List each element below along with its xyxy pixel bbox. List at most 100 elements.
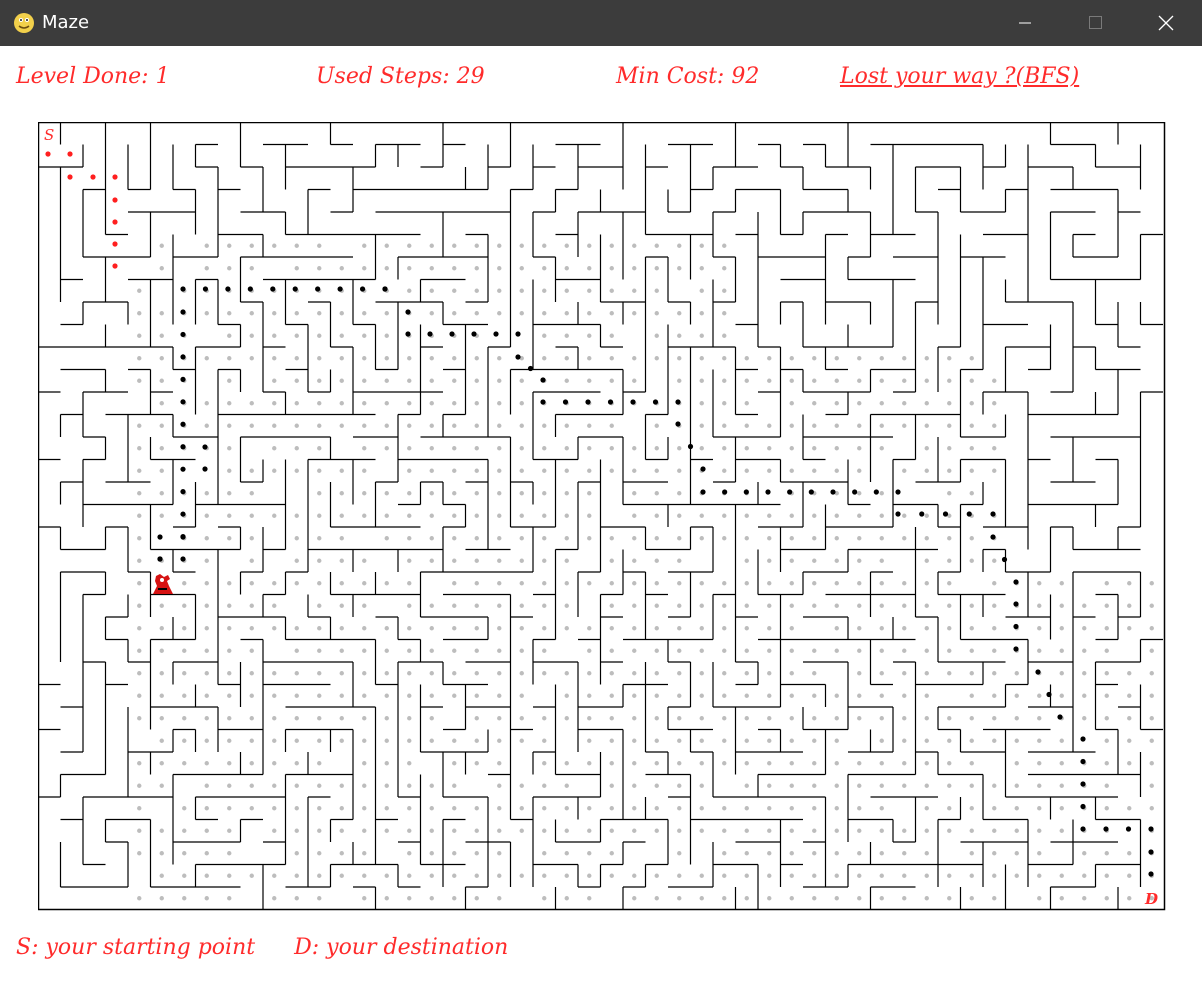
explored-dot xyxy=(384,491,389,496)
explored-dot xyxy=(812,536,817,541)
explored-dot xyxy=(857,491,862,496)
explored-dot xyxy=(272,446,277,451)
explored-dot xyxy=(857,513,862,518)
explored-dot xyxy=(1104,783,1109,788)
bfs-path-dot xyxy=(607,399,614,405)
explored-dot xyxy=(902,513,907,518)
minimize-button[interactable] xyxy=(990,0,1060,46)
explored-dot xyxy=(699,716,704,721)
explored-dot xyxy=(249,761,254,766)
explored-dot xyxy=(159,738,164,743)
explored-dot xyxy=(767,851,772,856)
explored-dot xyxy=(609,626,614,631)
explored-dot xyxy=(384,536,389,541)
explored-dot xyxy=(587,581,592,586)
explored-dot xyxy=(519,311,524,316)
explored-dot xyxy=(969,783,974,788)
explored-dot xyxy=(1059,693,1064,698)
explored-dot xyxy=(137,806,142,811)
maximize-button[interactable] xyxy=(1060,0,1130,46)
explored-dot xyxy=(879,401,884,406)
explored-dot xyxy=(362,491,367,496)
explored-dot xyxy=(452,468,457,473)
explored-dot xyxy=(1127,851,1132,856)
explored-dot xyxy=(339,536,344,541)
maximize-icon xyxy=(1089,16,1102,29)
explored-dot xyxy=(654,536,659,541)
explored-dot xyxy=(227,873,232,878)
bfs-path-dot xyxy=(225,286,231,292)
explored-dot xyxy=(947,603,952,608)
explored-dot xyxy=(722,896,727,901)
explored-dot xyxy=(789,738,794,743)
explored-dot xyxy=(362,333,367,338)
explored-dot xyxy=(564,896,569,901)
explored-dot xyxy=(654,671,659,676)
explored-dot xyxy=(1037,693,1042,698)
explored-dot xyxy=(767,558,772,563)
explored-dot xyxy=(272,761,277,766)
explored-dot xyxy=(879,693,884,698)
explored-dot xyxy=(654,693,659,698)
close-button[interactable] xyxy=(1130,0,1200,46)
explored-dot xyxy=(452,266,457,271)
explored-dot xyxy=(654,738,659,743)
explored-dot xyxy=(429,446,434,451)
bfs-path-dot xyxy=(515,331,521,337)
explored-dot xyxy=(744,896,749,901)
explored-dot xyxy=(1149,648,1154,653)
explored-dot xyxy=(1149,603,1154,608)
explored-dot xyxy=(564,311,569,316)
explored-dot xyxy=(204,603,209,608)
explored-dot xyxy=(744,783,749,788)
explored-dot xyxy=(519,873,524,878)
explored-dot xyxy=(182,603,187,608)
explored-dot xyxy=(249,671,254,676)
explored-dot xyxy=(137,536,142,541)
explored-dot xyxy=(474,356,479,361)
explored-dot xyxy=(677,806,682,811)
explored-dot xyxy=(407,626,412,631)
explored-dot xyxy=(317,536,322,541)
explored-dot xyxy=(474,603,479,608)
explored-dot xyxy=(587,536,592,541)
bfs-hint-link[interactable]: Lost your way ?(BFS) xyxy=(840,64,1079,89)
explored-dot xyxy=(519,806,524,811)
explored-dot xyxy=(1037,896,1042,901)
explored-dot xyxy=(564,716,569,721)
explored-dot xyxy=(519,828,524,833)
explored-dot xyxy=(542,828,547,833)
explored-dot xyxy=(767,378,772,383)
explored-dot xyxy=(407,558,412,563)
explored-dot xyxy=(969,423,974,428)
explored-dot xyxy=(362,603,367,608)
explored-dot xyxy=(429,311,434,316)
explored-dot xyxy=(924,626,929,631)
explored-dot xyxy=(474,761,479,766)
explored-dot xyxy=(677,243,682,248)
explored-dot xyxy=(564,581,569,586)
explored-dot xyxy=(857,558,862,563)
explored-dot xyxy=(362,761,367,766)
explored-dot xyxy=(1014,761,1019,766)
explored-dot xyxy=(137,558,142,563)
explored-dot xyxy=(384,896,389,901)
explored-dot xyxy=(902,581,907,586)
explored-dot xyxy=(587,873,592,878)
explored-dot xyxy=(204,581,209,586)
explored-dot xyxy=(1037,761,1042,766)
explored-dot xyxy=(992,738,997,743)
bfs-path-dot xyxy=(743,489,749,495)
explored-dot xyxy=(924,671,929,676)
explored-dot xyxy=(699,333,704,338)
explored-dot xyxy=(564,333,569,338)
explored-dot xyxy=(272,626,277,631)
explored-dot xyxy=(294,828,299,833)
explored-dot xyxy=(474,671,479,676)
explored-dot xyxy=(362,401,367,406)
explored-dot xyxy=(677,558,682,563)
explored-dot xyxy=(1037,828,1042,833)
explored-dot xyxy=(452,513,457,518)
explored-dot xyxy=(429,873,434,878)
explored-dot xyxy=(947,783,952,788)
